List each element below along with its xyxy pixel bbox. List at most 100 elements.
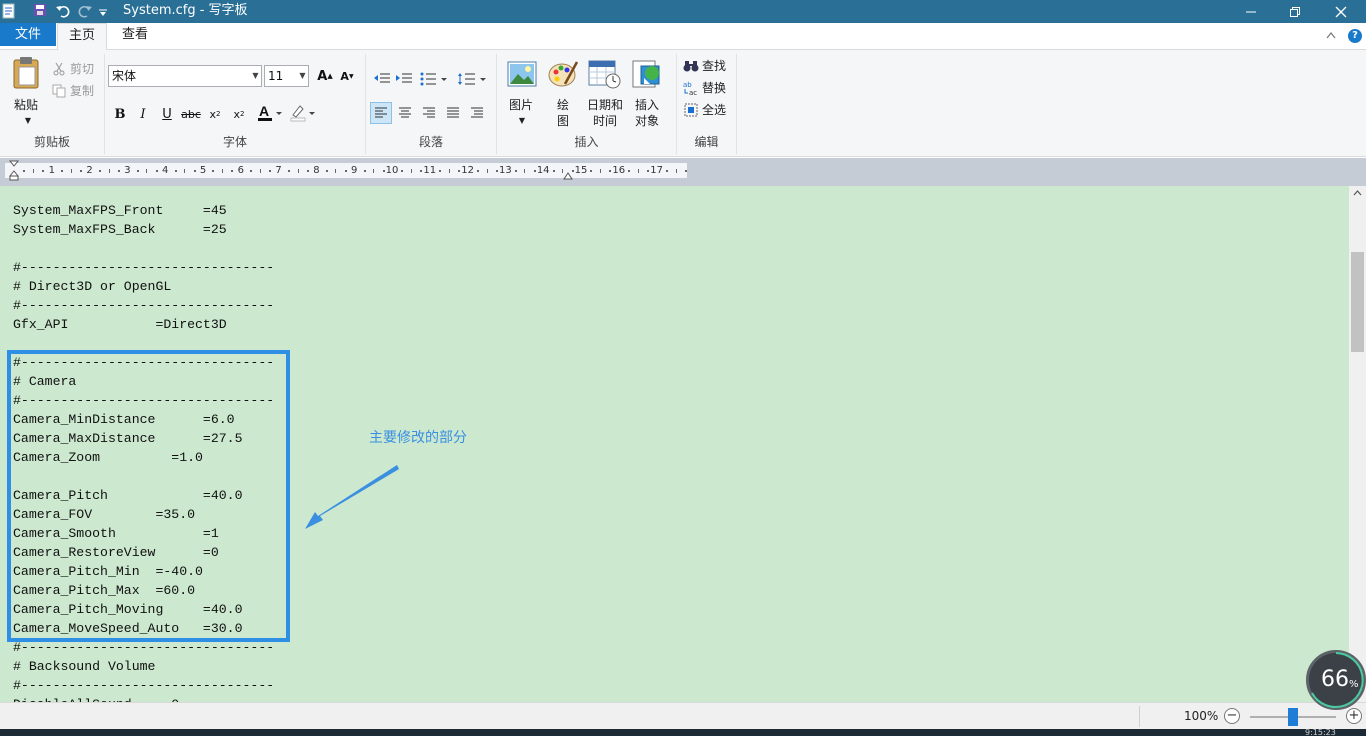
subscript-icon[interactable]: x2 <box>204 103 226 125</box>
document-line[interactable]: #-------------------------------- <box>13 676 274 695</box>
select-all-icon <box>683 102 699 118</box>
document-line[interactable]: # Direct3D or OpenGL <box>13 277 274 296</box>
first-line-indent-marker[interactable] <box>8 160 20 185</box>
ruler-tick <box>32 169 34 173</box>
document-line[interactable]: System_MaxFPS_Back =25 <box>13 220 274 239</box>
paint-icon[interactable] <box>547 58 579 90</box>
ruler-number: 9 <box>351 165 358 176</box>
strikethrough-icon[interactable]: abc <box>180 103 202 125</box>
document-line[interactable]: #-------------------------------- <box>13 296 274 315</box>
ruler-tick <box>174 170 177 172</box>
save-icon[interactable] <box>33 3 49 19</box>
replace-icon: ab ac <box>683 80 699 96</box>
restore-button[interactable] <box>1272 0 1318 23</box>
tab-file[interactable]: 文件 <box>0 23 56 46</box>
ruler[interactable]: 1 2 3 4 5 6 7 8 9 10 11 12 13 14 15 16 17 <box>5 163 687 178</box>
editing-group: 查找 ab ac 替换 全选 编辑 <box>677 54 737 154</box>
scroll-up-icon[interactable] <box>1349 186 1366 203</box>
underline-icon[interactable]: U <box>156 103 178 125</box>
ruler-number: 1 <box>48 165 55 176</box>
ruler-tick <box>155 170 158 172</box>
document-line[interactable]: # Backsound Volume <box>13 657 274 676</box>
collapse-ribbon-icon[interactable] <box>1326 29 1336 42</box>
zoom-in-icon[interactable]: + <box>1346 708 1362 724</box>
paragraph-settings-icon[interactable] <box>466 102 488 124</box>
cut-button[interactable]: 剪切 <box>51 60 94 77</box>
replace-button[interactable]: ab ac 替换 <box>683 79 726 96</box>
copy-button[interactable]: 复制 <box>51 82 94 99</box>
increase-indent-icon[interactable] <box>393 68 415 90</box>
ruler-tick <box>117 170 120 172</box>
grow-font-icon[interactable]: A ▲ <box>314 65 336 87</box>
ruler-tick <box>495 170 498 172</box>
zoom-out-icon[interactable]: − <box>1224 708 1240 724</box>
ruler-tick <box>146 169 148 173</box>
font-color-icon[interactable]: A <box>255 102 285 124</box>
font-group: 宋体 ▼ 11 ▼ A ▲ A ▼ B I U abc x2 x2 A 字体 <box>105 54 366 154</box>
scrollbar-thumb[interactable] <box>1351 252 1364 352</box>
datetime-label-line1[interactable]: 日期和 <box>583 97 627 113</box>
zoom-slider-thumb[interactable] <box>1288 708 1298 726</box>
vertical-scrollbar[interactable] <box>1349 186 1366 702</box>
picture-button-label[interactable]: 图片 <box>503 97 539 113</box>
line-spacing-icon[interactable] <box>456 68 488 90</box>
ruler-number: 3 <box>124 165 131 176</box>
font-size-select[interactable]: 11 ▼ <box>264 65 309 87</box>
svg-text:ac: ac <box>689 89 697 96</box>
select-all-button[interactable]: 全选 <box>683 101 726 118</box>
ruler-tick <box>221 169 223 173</box>
ruler-tick <box>184 169 186 173</box>
right-indent-marker[interactable] <box>563 169 573 183</box>
document-line[interactable]: System_MaxFPS_Front =45 <box>13 201 274 220</box>
font-size-value: 11 <box>268 69 284 83</box>
find-button[interactable]: 查找 <box>683 57 726 74</box>
decrease-indent-icon[interactable] <box>371 68 393 90</box>
ruler-tick <box>609 170 612 172</box>
ruler-tick <box>637 169 639 173</box>
object-label-line2[interactable]: 对象 <box>628 113 666 129</box>
align-right-icon[interactable] <box>418 102 440 124</box>
bold-icon[interactable]: B <box>109 103 131 125</box>
paint-label-line1[interactable]: 绘 <box>553 97 573 113</box>
font-family-select[interactable]: 宋体 ▼ <box>108 65 262 87</box>
italic-icon[interactable]: I <box>132 103 154 125</box>
ruler-tick <box>136 170 139 172</box>
shrink-font-icon[interactable]: A ▼ <box>336 65 358 87</box>
justify-icon[interactable] <box>442 102 464 124</box>
tab-view[interactable]: 查看 <box>110 23 160 50</box>
undo-icon[interactable] <box>55 3 71 19</box>
calendar-clock-icon[interactable] <box>588 58 622 90</box>
paste-button-label[interactable]: 粘贴 <box>9 97 43 113</box>
performance-widget[interactable]: 66 % <box>1306 650 1366 710</box>
ruler-tick <box>23 170 26 172</box>
ruler-number: 11 <box>423 165 437 176</box>
redo-icon[interactable] <box>77 3 93 19</box>
document-line[interactable]: Gfx_API =Direct3D <box>13 315 274 334</box>
document-line[interactable]: DisableAllSound =0 <box>13 695 274 702</box>
highlight-color-icon[interactable] <box>288 102 318 124</box>
help-icon[interactable]: ? <box>1348 29 1362 43</box>
font-family-value: 宋体 <box>112 69 137 83</box>
align-center-icon[interactable] <box>394 102 416 124</box>
minimize-button[interactable] <box>1228 0 1274 23</box>
tab-home[interactable]: 主页 <box>57 23 107 51</box>
customize-toolbar-icon[interactable] <box>97 3 113 19</box>
document-line[interactable]: #-------------------------------- <box>13 258 274 277</box>
paste-icon[interactable] <box>11 56 43 90</box>
paste-dropdown-icon[interactable]: ▼ <box>23 113 33 129</box>
object-label-line1[interactable]: 插入 <box>628 97 666 113</box>
picture-icon[interactable] <box>506 58 538 90</box>
zoom-level: 100% <box>1184 709 1219 723</box>
document-area[interactable]: System_MaxFPS_Front =45 System_MaxFPS_Bac… <box>0 186 1349 702</box>
bullet-list-icon[interactable] <box>419 68 451 90</box>
align-left-icon[interactable] <box>370 102 392 124</box>
close-button[interactable] <box>1318 0 1364 23</box>
ruler-tick <box>684 170 687 172</box>
datetime-label-line2[interactable]: 时间 <box>583 113 627 129</box>
picture-dropdown-icon[interactable]: ▼ <box>517 113 527 129</box>
paint-label-line2[interactable]: 图 <box>553 113 573 129</box>
document-line[interactable] <box>13 239 274 258</box>
wordpad-app-icon[interactable] <box>2 3 18 19</box>
superscript-icon[interactable]: x2 <box>228 103 250 125</box>
insert-object-icon[interactable] <box>631 58 663 90</box>
